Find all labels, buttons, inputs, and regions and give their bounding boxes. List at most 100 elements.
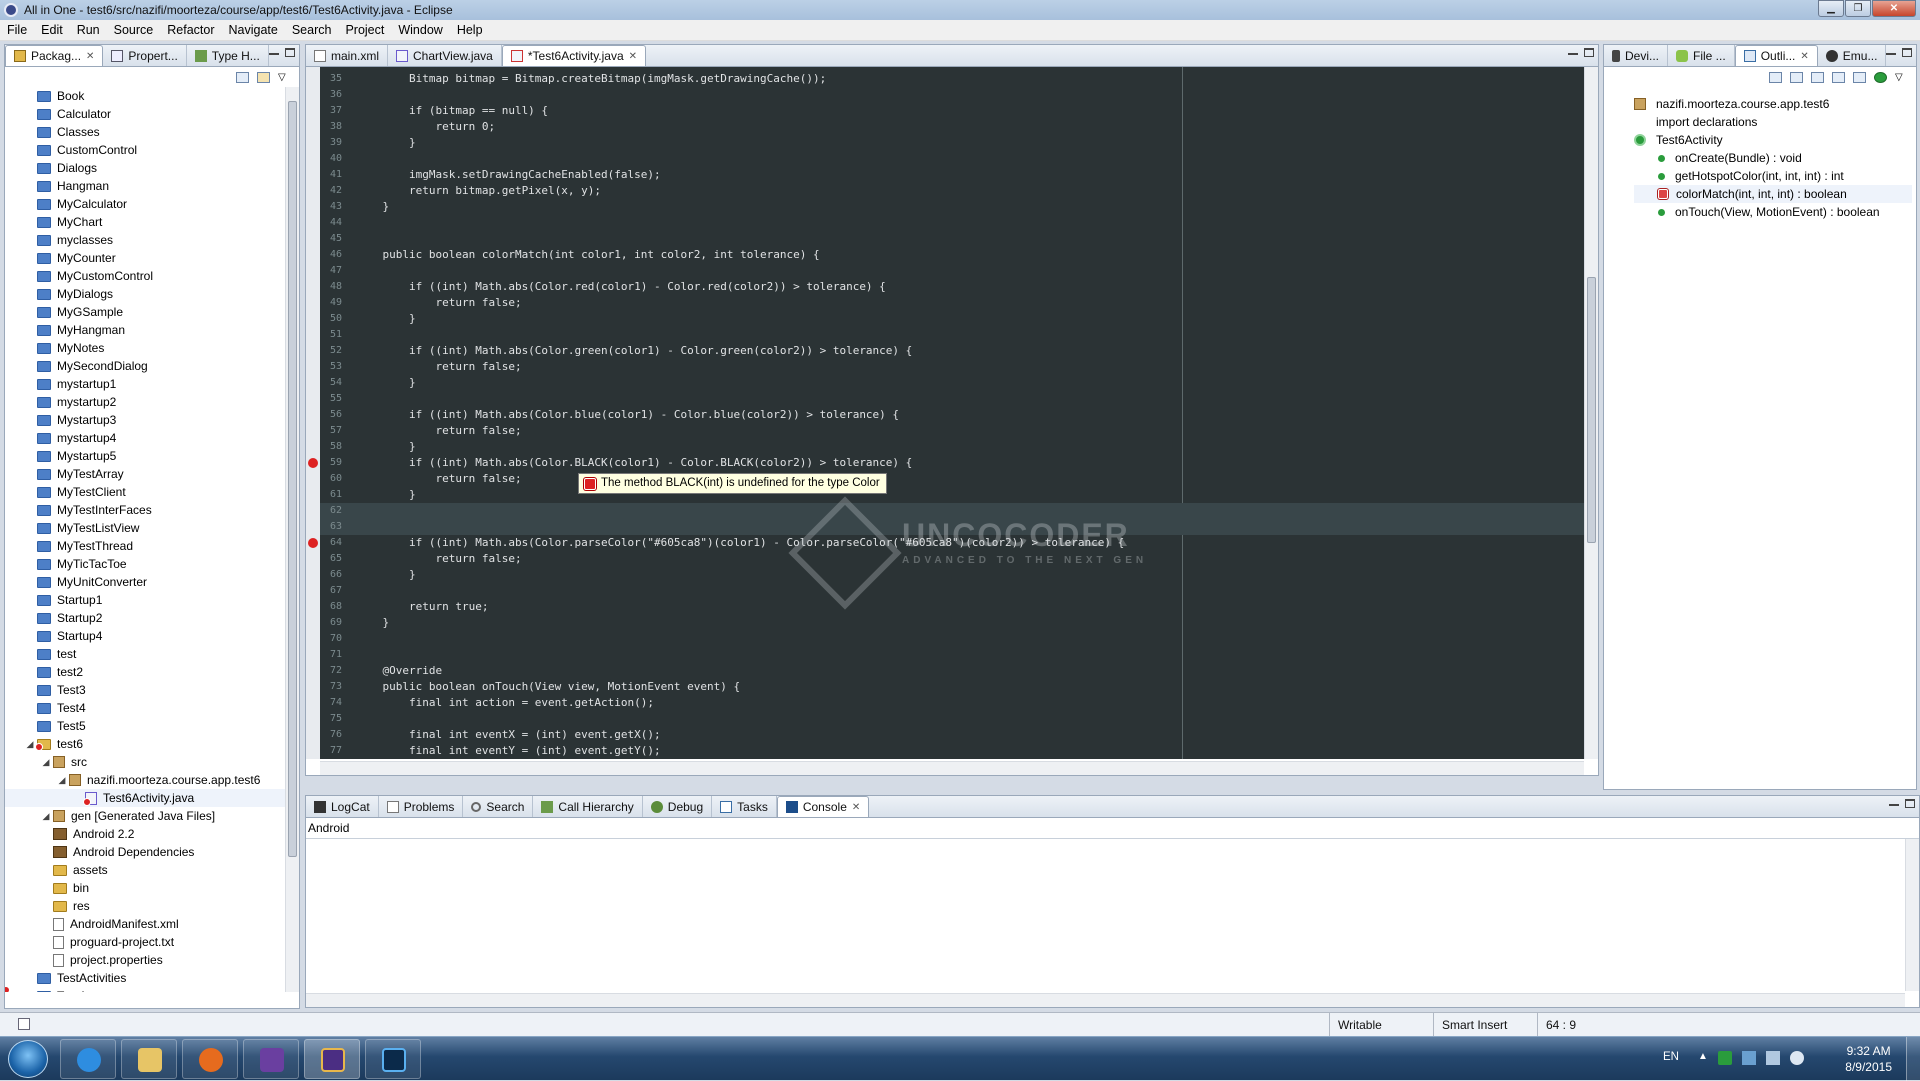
outline-item[interactable]: import declarations [1634, 113, 1912, 131]
tree-vertical-scrollbar[interactable] [285, 87, 299, 992]
maximize-view-icon[interactable] [1902, 48, 1912, 57]
tab-emulator[interactable]: Emu... [1818, 45, 1887, 66]
tab-package-explorer[interactable]: Packag... ✕ [5, 45, 104, 66]
tree-item[interactable]: MyTestInterFaces [5, 501, 285, 519]
code-line[interactable]: } [356, 375, 416, 391]
tree-item[interactable]: assets [5, 861, 285, 879]
minimize-view-icon[interactable] [269, 52, 279, 55]
tree-item[interactable]: Calculator [5, 105, 285, 123]
close-button[interactable]: ✕ [1872, 0, 1916, 17]
tree-item[interactable]: Test4 [5, 699, 285, 717]
tray-icons[interactable] [1718, 1051, 1804, 1065]
expand-toggle-icon[interactable]: ◢ [57, 775, 67, 786]
tree-item[interactable]: AndroidManifest.xml [5, 915, 285, 933]
code-line[interactable]: if ((int) Math.abs(Color.blue(color1) - … [356, 407, 899, 423]
show-desktop-button[interactable] [1906, 1037, 1920, 1081]
outline-tree[interactable]: nazifi.moorteza.course.app.test6 import d… [1634, 95, 1912, 221]
tree-item[interactable]: Mystartup3 [5, 411, 285, 429]
tab-main-xml[interactable]: main.xml [306, 45, 389, 66]
tree-item[interactable]: MyCalculator [5, 195, 285, 213]
hide-static-icon[interactable] [1811, 71, 1824, 83]
tree-item[interactable]: MySecondDialog [5, 357, 285, 375]
code-line[interactable]: public boolean colorMatch(int color1, in… [356, 247, 819, 263]
tray-app-icon[interactable] [1718, 1051, 1732, 1065]
tree-item[interactable]: mystartup1 [5, 375, 285, 393]
tab-devices[interactable]: Devi... [1604, 45, 1669, 66]
minimize-editor-icon[interactable] [1568, 52, 1578, 55]
menu-search[interactable]: Search [285, 23, 339, 37]
tree-item[interactable]: mystartup4 [5, 429, 285, 447]
package-tree[interactable]: Book Calculator Classes CustomControl Dialog… [5, 87, 285, 992]
taskbar-visual-studio[interactable] [243, 1039, 299, 1079]
code-line[interactable]: } [356, 311, 416, 327]
minimize-button[interactable]: ▁ [1818, 0, 1844, 17]
menu-help[interactable]: Help [450, 23, 490, 37]
tree-item[interactable]: MyTestClient [5, 483, 285, 501]
code-line[interactable]: return false; [356, 551, 521, 567]
tray-signal-icon[interactable] [1766, 1051, 1780, 1065]
tree-item[interactable]: Book [5, 87, 285, 105]
tree-item[interactable]: MyUnitConverter [5, 573, 285, 591]
tree-item[interactable]: Startup4 [5, 627, 285, 645]
tab-test6activity-java[interactable]: *Test6Activity.java ✕ [501, 45, 647, 66]
tree-item[interactable]: TestArray [5, 987, 285, 992]
tab-chartview-java[interactable]: ChartView.java [388, 45, 502, 66]
taskbar-eclipse[interactable] [304, 1039, 360, 1079]
code-line[interactable]: final int action = event.getAction(); [356, 695, 654, 711]
code-line[interactable]: return true; [356, 599, 488, 615]
outline-item[interactable]: nazifi.moorteza.course.app.test6 [1634, 95, 1912, 113]
tree-item[interactable]: project.properties [5, 951, 285, 969]
tray-expand-icon[interactable]: ▲ [1698, 1051, 1708, 1062]
tab-file-explorer[interactable]: File ... [1668, 45, 1735, 66]
taskbar-explorer[interactable] [121, 1039, 177, 1079]
tree-item[interactable]: Mystartup5 [5, 447, 285, 465]
code-line[interactable]: imgMask.setDrawingCacheEnabled(false); [356, 167, 661, 183]
tab-call-hierarchy[interactable]: Call Hierarchy [533, 796, 643, 817]
tree-item[interactable]: myclasses [5, 231, 285, 249]
code-line[interactable]: final int eventY = (int) event.getY(); [356, 743, 661, 759]
tree-item[interactable]: MyTestListView [5, 519, 285, 537]
code-editor[interactable]: 35 Bitmap bitmap = Bitmap.createBitmap(i… [320, 67, 1584, 759]
hide-nonpublic-icon[interactable] [1832, 71, 1845, 83]
expand-toggle-icon[interactable]: ◢ [41, 757, 51, 768]
tree-item[interactable]: mystartup2 [5, 393, 285, 411]
error-marker-icon[interactable] [308, 458, 318, 468]
tree-item[interactable]: ◢ src [5, 753, 285, 992]
tab-properties[interactable]: Propert... [103, 45, 187, 66]
link-editor-icon[interactable] [257, 71, 270, 83]
maximize-editor-icon[interactable] [1584, 48, 1594, 57]
collapse-all-icon[interactable] [236, 71, 249, 83]
tab-problems[interactable]: Problems [379, 796, 464, 817]
sort-icon[interactable] [1769, 71, 1782, 83]
taskbar-photoshop[interactable] [365, 1039, 421, 1079]
tab-debug[interactable]: Debug [643, 796, 713, 817]
taskbar-firefox[interactable] [182, 1039, 238, 1079]
menu-source[interactable]: Source [107, 23, 161, 37]
maximize-view-icon[interactable] [285, 48, 295, 57]
code-line[interactable]: } [356, 567, 416, 583]
code-line[interactable]: if ((int) Math.abs(Color.BLACK(color1) -… [356, 455, 912, 471]
clock[interactable]: 9:32 AM 8/9/2015 [1845, 1043, 1892, 1075]
tab-console[interactable]: Console ✕ [776, 796, 870, 817]
link-editor-icon[interactable] [1874, 71, 1887, 83]
code-line[interactable]: } [356, 615, 389, 631]
tab-search[interactable]: Search [463, 796, 534, 817]
close-tab-icon[interactable]: ✕ [852, 802, 860, 813]
close-tab-icon[interactable]: ✕ [1800, 51, 1808, 62]
tree-item[interactable]: Startup2 [5, 609, 285, 627]
code-line[interactable]: return 0; [356, 119, 495, 135]
tree-item[interactable]: ◢ nazifi.moorteza.course.app.test6 [5, 771, 285, 992]
menu-file[interactable]: File [0, 23, 34, 37]
outline-item[interactable]: Test6Activity [1634, 131, 1912, 149]
outline-item[interactable]: colorMatch(int, int, int) : boolean [1634, 185, 1912, 203]
maximize-button[interactable]: ❐ [1845, 0, 1871, 17]
tree-item[interactable]: CustomControl [5, 141, 285, 159]
tree-item[interactable]: Startup1 [5, 591, 285, 609]
start-button[interactable] [8, 1040, 48, 1078]
tree-item[interactable]: Test6Activity.java [5, 789, 285, 807]
minimize-view-icon[interactable] [1886, 52, 1896, 55]
expand-toggle-icon[interactable]: ◢ [41, 811, 51, 822]
tree-item[interactable]: MyNotes [5, 339, 285, 357]
menu-project[interactable]: Project [338, 23, 391, 37]
code-line[interactable]: } [356, 439, 416, 455]
